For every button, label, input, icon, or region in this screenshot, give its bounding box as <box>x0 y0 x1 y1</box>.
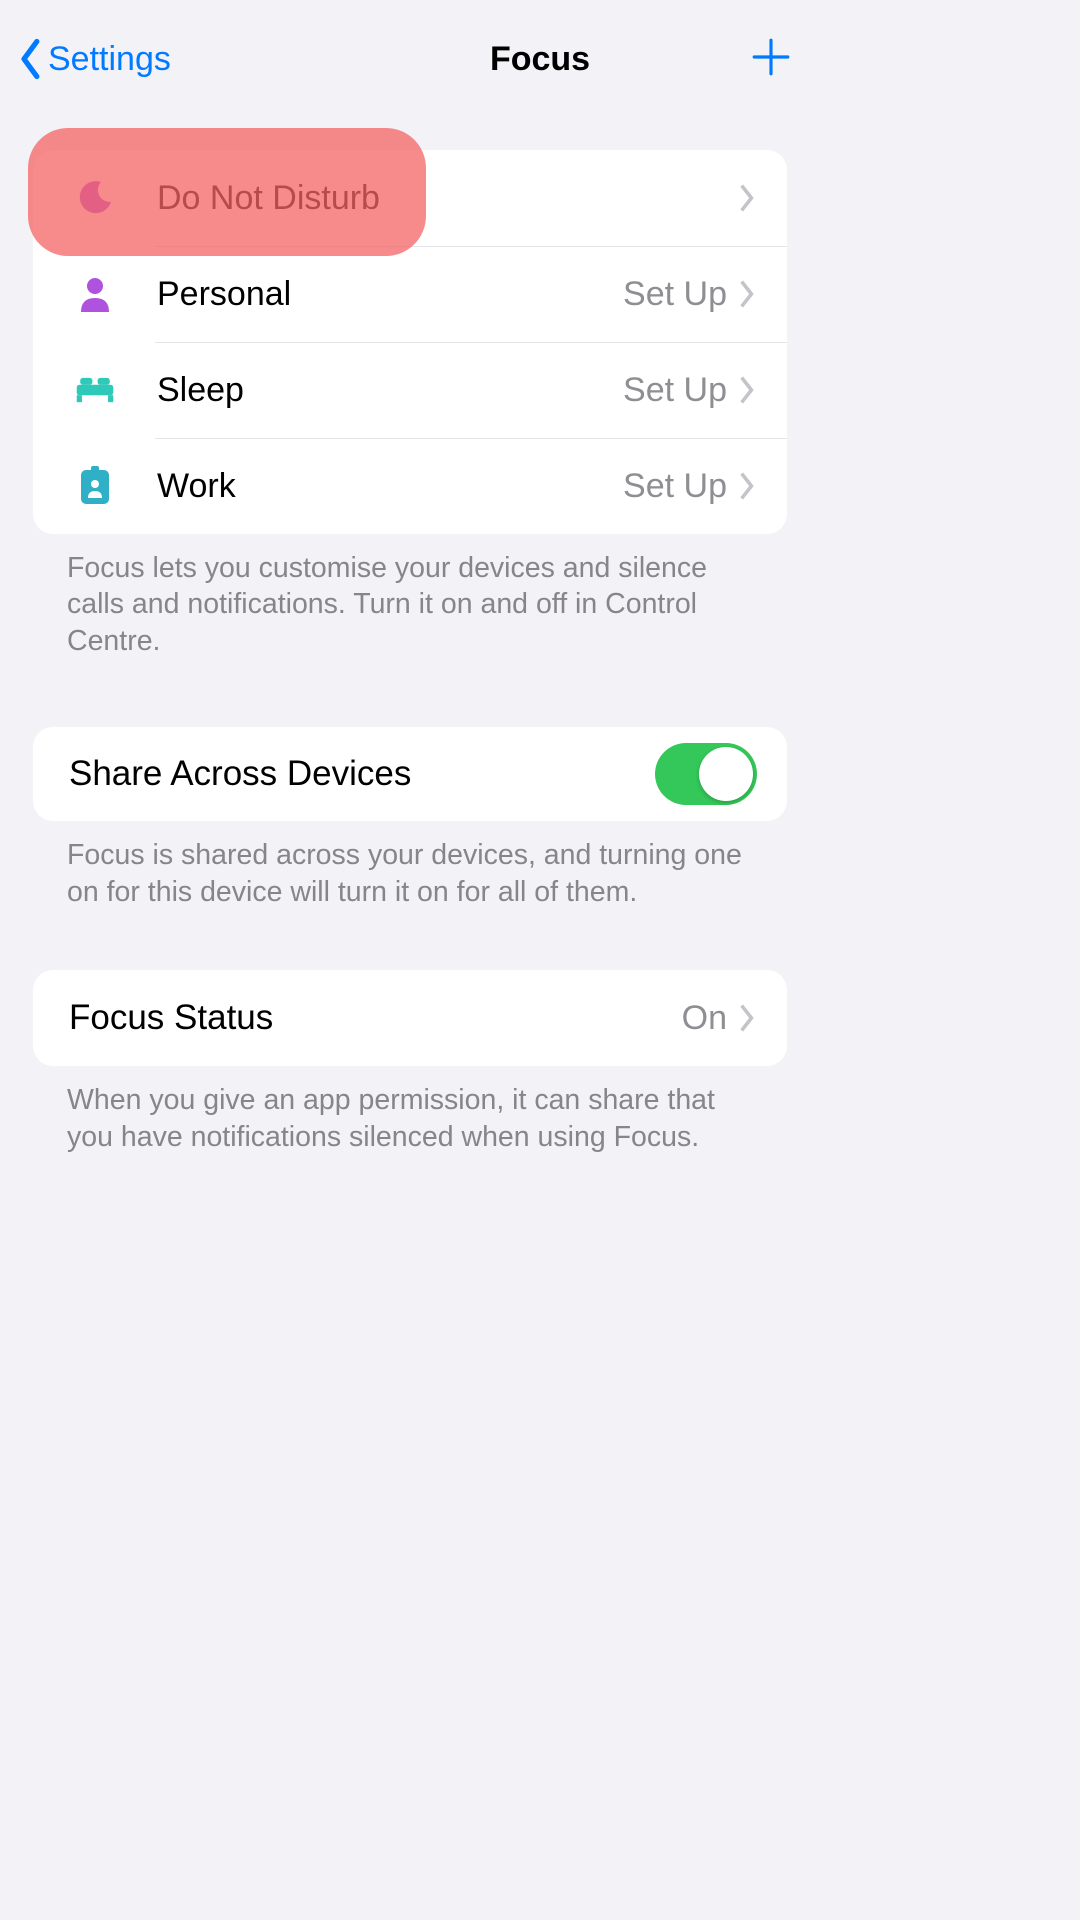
share-section: Share Across Devices <box>33 727 787 821</box>
bed-icon <box>69 370 121 410</box>
plus-icon <box>750 36 792 78</box>
add-button[interactable] <box>750 36 792 83</box>
focus-row-do-not-disturb[interactable]: Do Not Disturb <box>33 150 787 246</box>
share-label: Share Across Devices <box>69 754 411 794</box>
focus-modes-section: Do Not Disturb Personal Set Up Sleep Set… <box>33 150 787 534</box>
person-icon <box>69 274 121 314</box>
focus-row-work[interactable]: Work Set Up <box>33 438 787 534</box>
back-label: Settings <box>48 40 171 79</box>
back-button[interactable]: Settings <box>18 38 171 80</box>
badge-icon <box>69 466 121 506</box>
modes-caption: Focus lets you customise your devices an… <box>33 534 787 659</box>
nav-bar: Settings Focus <box>0 0 820 110</box>
focus-label: Sleep <box>157 371 623 410</box>
status-section: Focus Status On <box>33 970 787 1066</box>
status-caption: When you give an app permission, it can … <box>33 1066 787 1155</box>
chevron-right-icon <box>737 374 757 406</box>
focus-row-personal[interactable]: Personal Set Up <box>33 246 787 342</box>
setup-label: Set Up <box>623 371 727 410</box>
chevron-right-icon <box>737 1002 757 1034</box>
setup-label: Set Up <box>623 275 727 314</box>
moon-icon <box>69 178 121 218</box>
focus-label: Personal <box>157 275 623 314</box>
chevron-left-icon <box>18 38 44 80</box>
chevron-right-icon <box>737 278 757 310</box>
focus-status-row[interactable]: Focus Status On <box>33 970 787 1066</box>
focus-label: Do Not Disturb <box>157 179 737 218</box>
status-value: On <box>682 999 727 1038</box>
chevron-right-icon <box>737 182 757 214</box>
setup-label: Set Up <box>623 467 727 506</box>
share-caption: Focus is shared across your devices, and… <box>33 821 787 910</box>
focus-label: Work <box>157 467 623 506</box>
status-label: Focus Status <box>69 998 682 1038</box>
share-row[interactable]: Share Across Devices <box>33 727 787 821</box>
focus-row-sleep[interactable]: Sleep Set Up <box>33 342 787 438</box>
chevron-right-icon <box>737 470 757 502</box>
share-toggle[interactable] <box>655 743 757 805</box>
